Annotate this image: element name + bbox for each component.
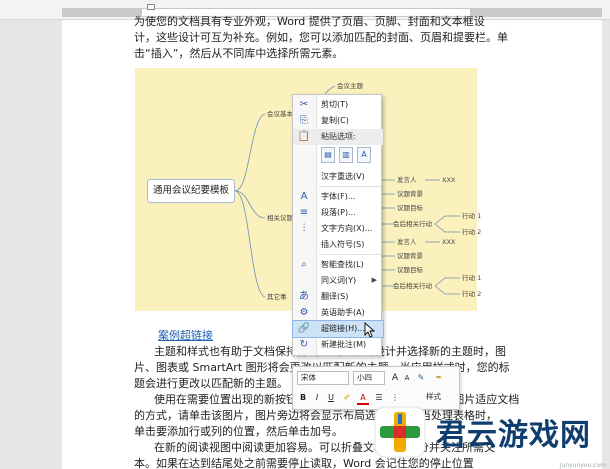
font-name-select[interactable]: 宋体 — [297, 371, 349, 385]
mindmap-root-node: 通用会议纪要模板 — [147, 179, 235, 203]
menu-section-paste-options: 📋 粘贴选项: — [293, 129, 383, 145]
doc-para3-line-3: 单击要添加行或列的位置，然后单击加号。 — [134, 425, 343, 438]
menu-item-paragraph[interactable]: ≡ 段落(P)... — [293, 205, 383, 221]
mindmap-node: 议题目标 — [397, 266, 423, 274]
assistant-icon: ⚙ — [299, 307, 309, 318]
doc-line-2: 计，这些设计可互为补充。例如，您可以添加匹配的封面、页眉和提要栏。单 — [134, 31, 508, 44]
scissors-icon: ✂ — [299, 99, 309, 110]
paragraph-icon: ≡ — [299, 207, 309, 218]
menu-item-cut[interactable]: ✂ 剪切(T) — [293, 97, 383, 113]
doc-line-1: 为使您的文档具有专业外观，Word 提供了页眉、页脚、封面和文本框设 — [134, 15, 485, 28]
translate-icon: あ — [299, 291, 309, 302]
mindmap-node: 议题背景 — [397, 252, 423, 260]
underline-button[interactable]: U — [325, 391, 337, 405]
styles-brush-icon[interactable]: ✒ — [433, 371, 445, 385]
italic-button[interactable]: I — [311, 391, 323, 405]
mindmap-node: 议题目标 — [397, 204, 423, 212]
mouse-cursor-icon — [364, 322, 376, 338]
search-icon: ⌕ — [301, 259, 307, 270]
menu-item-text-direction[interactable]: ⫶ 文字方向(X)... — [293, 221, 383, 237]
gamepad-logo-icon — [374, 406, 426, 458]
ruler-indent-marker[interactable] — [147, 4, 155, 10]
paste-options-row: ▤ ▥ A — [317, 145, 383, 167]
font-size-select[interactable]: 小四 — [353, 371, 385, 385]
paste-merge-format-icon[interactable]: ▥ — [339, 147, 353, 163]
submenu-arrow-icon: ▶ — [371, 277, 377, 284]
shrink-font-button[interactable]: A — [401, 371, 413, 385]
watermark-logo: 君云游戏网 junyunyou.com — [370, 400, 610, 469]
mindmap-node: 议题背景 — [397, 190, 423, 198]
ruler-right-margin — [470, 8, 602, 17]
mindmap-action: 行动 1 — [462, 212, 482, 220]
menu-item-font[interactable]: A 字体(F)... — [293, 189, 383, 205]
mindmap-branch-1: 会议基本 — [267, 110, 293, 118]
hyperlink-text[interactable]: 案例超链接 — [158, 328, 213, 344]
mindmap-node: 会后相关行动 — [393, 220, 432, 228]
hyperlink-icon: 🔗 — [297, 323, 311, 334]
menu-item-reconvert[interactable]: 汉字重选(V) — [293, 169, 383, 185]
mindmap-branch-3: 其它事 — [267, 293, 287, 301]
menu-item-new-comment[interactable]: ↻ 新建批注(M) — [293, 337, 383, 353]
copy-icon: ⎘ — [300, 115, 308, 126]
menu-separator — [319, 186, 381, 187]
highlight-color-icon[interactable]: ✐ — [341, 391, 353, 405]
mindmap-node-extra: XXX — [442, 238, 456, 246]
mindmap-node-extra: XXX — [442, 176, 456, 184]
font-icon: A — [300, 191, 308, 202]
menu-separator — [319, 254, 381, 255]
new-comment-icon: ↻ — [299, 339, 309, 350]
mindmap-action: 行动 1 — [462, 274, 482, 282]
menu-item-english-assistant[interactable]: ⚙ 英语助手(A) — [293, 305, 383, 321]
menu-item-smart-lookup[interactable]: ⌕ 智能查找(L) — [293, 257, 383, 273]
context-menu[interactable]: ✂ 剪切(T) ⎘ 复制(C) 📋 粘贴选项: ▤ ▥ A 汉字重选(V) A … — [292, 94, 384, 356]
bold-button[interactable]: B — [297, 391, 309, 405]
menu-item-synonyms[interactable]: 同义词(Y) ▶ — [293, 273, 383, 289]
mindmap-action: 行动 2 — [462, 290, 482, 298]
mindmap-node: 会后相关行动 — [393, 282, 432, 290]
paste-keep-format-icon[interactable]: ▤ — [321, 147, 335, 163]
watermark-text: 君云游戏网 — [436, 418, 591, 453]
mindmap-action: 行动 2 — [462, 228, 482, 236]
mindmap-node: 发言人 — [397, 176, 417, 184]
grow-font-button[interactable]: A — [389, 371, 401, 385]
mindmap-top-leaf: 会议主题 — [337, 82, 363, 90]
menu-item-translate[interactable]: あ 翻译(S) — [293, 289, 383, 305]
doc-para2-line-3: 题会进行更改以匹配新的主题。 — [134, 377, 288, 390]
clipboard-icon: 📋 — [297, 131, 311, 142]
format-painter-icon[interactable]: ✎ — [415, 371, 427, 385]
mindmap-node: 发言人 — [397, 238, 417, 246]
mindmap-branch-2: 相关议题 — [267, 214, 293, 222]
word-window: 为使您的文档具有专业外观，Word 提供了页眉、页脚、封面和文本框设 计，这些设… — [0, 0, 610, 469]
paste-text-only-icon[interactable]: A — [357, 147, 371, 163]
ruler-left-margin — [62, 8, 142, 17]
doc-line-3: 击“插入”，然后从不同库中选择所需元素。 — [134, 47, 344, 60]
font-color-icon[interactable]: A — [357, 391, 369, 405]
menu-item-copy[interactable]: ⎘ 复制(C) — [293, 113, 383, 129]
watermark-url: junyunyou.com — [559, 462, 606, 469]
text-direction-icon: ⫶ — [302, 223, 306, 234]
menu-item-insert-symbol[interactable]: 插入符号(S) — [293, 237, 383, 253]
